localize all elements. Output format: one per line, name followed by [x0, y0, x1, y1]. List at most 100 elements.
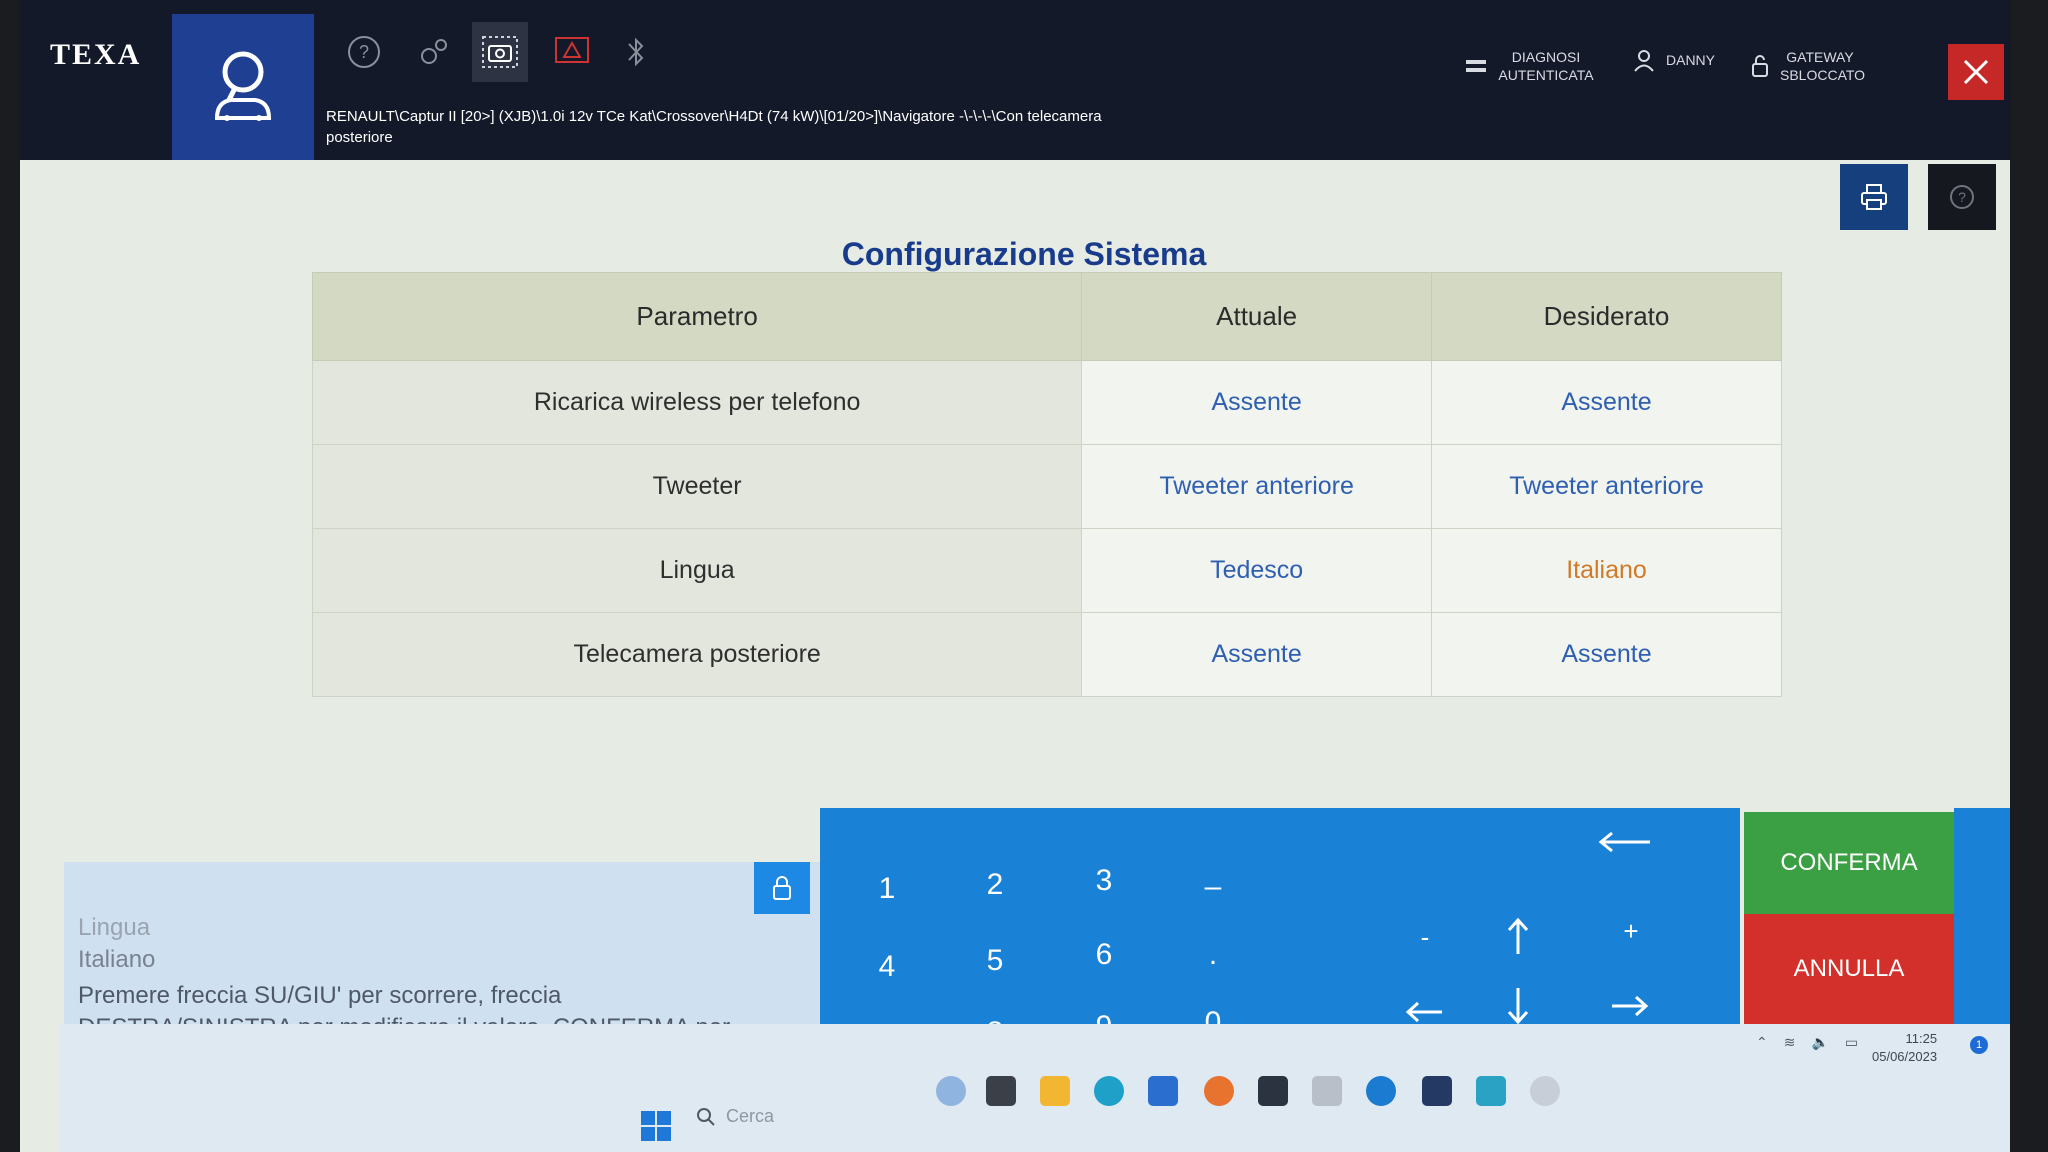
speaker-icon[interactable]: 🔈 — [1811, 1034, 1828, 1051]
store-icon[interactable] — [1148, 1076, 1178, 1106]
desired-value-cell[interactable]: Italiano — [1431, 528, 1782, 613]
report-tool-button[interactable] — [544, 22, 600, 82]
confirm-button[interactable]: CONFERMA — [1744, 812, 1954, 914]
column-header-parameter: Parametro — [311, 272, 1083, 361]
user-status[interactable]: DANNY — [1632, 48, 1715, 72]
printer-icon — [1861, 184, 1887, 210]
current-value-cell: Assente — [1081, 612, 1432, 697]
vehicle-search-icon — [214, 51, 272, 121]
wifi-icon[interactable]: ≋ — [1784, 1034, 1796, 1051]
key-2[interactable]: 2 — [970, 868, 1020, 902]
padlock-icon — [773, 876, 791, 900]
gateway-status: GATEWAY SBLOCCATO — [1750, 48, 1866, 84]
windows-logo-icon — [641, 1111, 671, 1141]
arrow-up-key[interactable] — [1506, 916, 1530, 961]
texa-logo: TEXA — [50, 38, 142, 71]
parameter-cell: Telecamera posteriore — [311, 612, 1083, 697]
taskbar-search[interactable]: Cerca — [696, 1106, 774, 1127]
page-title: Configurazione Sistema — [841, 236, 1207, 272]
question-circle-icon: ? — [1950, 185, 1974, 209]
bluetooth-icon — [628, 37, 644, 67]
help-button[interactable]: ? — [1928, 164, 1996, 230]
gears-icon — [421, 39, 447, 64]
lock-button[interactable] — [754, 862, 810, 914]
gateway-status-label: GATEWAY SBLOCCATO — [1780, 49, 1866, 83]
parameter-cell: Ricarica wireless per telefono — [311, 360, 1083, 445]
firefox-icon[interactable] — [1204, 1076, 1234, 1106]
column-header-current: Attuale — [1081, 272, 1432, 361]
settings-tool-button[interactable] — [406, 22, 462, 82]
user-name: DANNY — [1666, 52, 1716, 68]
print-button[interactable] — [1840, 164, 1908, 230]
backspace-key[interactable] — [1596, 830, 1652, 859]
table-header-row: Parametro Attuale Desiderato — [311, 272, 1782, 361]
search-icon — [697, 1107, 715, 1126]
battery-icon[interactable]: ▭ — [1845, 1034, 1858, 1051]
parameter-cell: Lingua — [311, 528, 1083, 613]
desired-value-cell[interactable]: Tweeter anteriore — [1431, 444, 1782, 529]
arrow-left-icon — [1405, 1001, 1442, 1023]
bluetooth-tool-button[interactable] — [608, 22, 664, 82]
diagnosis-status-label: DIAGNOSI AUTENTICATA — [1498, 49, 1594, 83]
column-header-desired: Desiderato — [1431, 272, 1782, 361]
texa-diagnosis-icon[interactable] — [1422, 1076, 1452, 1106]
table-row[interactable]: Telecamera posteriore Assente Assente — [311, 612, 1782, 697]
system-tray[interactable]: ⌃ ≋ 🔈 ▭ — [1756, 1034, 1858, 1051]
svg-text:?: ? — [359, 42, 369, 62]
user-icon — [1634, 50, 1654, 72]
browser-icon[interactable] — [1366, 1076, 1396, 1106]
table-row[interactable]: Tweeter Tweeter anteriore Tweeter anteri… — [311, 444, 1782, 529]
file-explorer-icon[interactable] — [1040, 1076, 1070, 1106]
screen: TEXA ? RENAULT\Captur II [20>] (XJB)\1.0… — [20, 0, 2010, 1152]
start-button[interactable] — [640, 1110, 672, 1147]
question-circle-icon: ? — [348, 36, 380, 68]
diagnosis-authenticated-icon — [1466, 60, 1486, 72]
desired-value-cell[interactable]: Assente — [1431, 612, 1782, 697]
camera-icon — [482, 36, 518, 68]
clock-time: 11:25 — [1905, 1031, 1938, 1046]
notification-badge[interactable]: 1 — [1970, 1036, 1988, 1054]
key-3[interactable]: 3 — [1079, 864, 1129, 898]
key-6[interactable]: 6 — [1079, 938, 1129, 972]
screenshot-tool-button[interactable] — [472, 22, 528, 82]
cancel-button[interactable]: ANNULLA — [1744, 914, 1954, 1024]
warning-screen-icon — [555, 37, 589, 63]
vcds-icon[interactable] — [1312, 1076, 1342, 1106]
table-row[interactable]: Ricarica wireless per telefono Assente A… — [311, 360, 1782, 445]
selected-field-value: Italiano — [78, 946, 156, 973]
key-minus[interactable]: – — [1188, 870, 1238, 904]
close-icon — [1963, 59, 1989, 85]
arrow-right-icon — [1612, 995, 1649, 1017]
configuration-table: Parametro Attuale Desiderato Ricarica wi… — [311, 272, 1782, 697]
arrow-up-icon — [1507, 917, 1529, 954]
table-row[interactable]: Lingua Tedesco Italiano — [311, 528, 1782, 613]
windows-taskbar — [60, 1024, 2010, 1152]
chevron-up-icon[interactable]: ⌃ — [1756, 1034, 1768, 1051]
taskbar-clock[interactable]: 11:25 05/06/2023 — [1872, 1030, 1937, 1066]
key-5[interactable]: 5 — [970, 944, 1020, 978]
selected-field-label: Lingua — [78, 914, 151, 941]
texa-tool-icon[interactable] — [1476, 1076, 1506, 1106]
key-dot[interactable]: . — [1188, 938, 1238, 972]
diagnosis-tile[interactable] — [172, 14, 314, 160]
unlocked-padlock-icon — [1752, 55, 1768, 77]
svg-text:?: ? — [1958, 189, 1966, 205]
task-view-icon[interactable] — [986, 1076, 1016, 1106]
key-4[interactable]: 4 — [862, 950, 912, 984]
arrow-right-key[interactable] — [1610, 994, 1650, 1023]
key-1[interactable]: 1 — [862, 872, 912, 906]
desired-value-cell[interactable]: Assente — [1431, 360, 1782, 445]
keypad-side-strip — [1954, 808, 2010, 1024]
texa-idc-icon[interactable] — [1258, 1076, 1288, 1106]
key-small-minus[interactable]: - — [1400, 922, 1450, 953]
vehicle-breadcrumb: RENAULT\Captur II [20>] (XJB)\1.0i 12v T… — [326, 108, 1102, 146]
top-bar: TEXA ? RENAULT\Captur II [20>] (XJB)\1.0… — [20, 0, 2010, 160]
arrow-down-icon — [1507, 988, 1529, 1025]
key-plus[interactable]: + — [1606, 916, 1656, 947]
widgets-icon[interactable] — [936, 1076, 966, 1106]
edge-browser-icon[interactable] — [1094, 1076, 1124, 1106]
current-value-cell: Tweeter anteriore — [1081, 444, 1432, 529]
user-app-icon[interactable] — [1530, 1076, 1560, 1106]
help-tool-button[interactable]: ? — [336, 22, 392, 82]
close-button[interactable] — [1948, 44, 2004, 100]
